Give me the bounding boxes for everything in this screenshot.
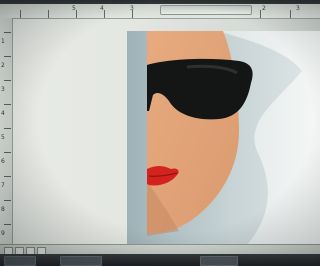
ruler-tick bbox=[104, 10, 105, 18]
taskbar-item[interactable] bbox=[4, 256, 36, 266]
ruler-number: 6 bbox=[1, 158, 5, 165]
application-window: 5 4 3 2 3 1 2 3 4 5 6 7 8 9 bbox=[0, 4, 320, 262]
ruler-tick bbox=[4, 104, 11, 105]
ruler-number: 2 bbox=[262, 5, 266, 12]
ruler-tick bbox=[260, 10, 261, 18]
ruler-number: 9 bbox=[1, 230, 5, 237]
ruler-number: 3 bbox=[296, 5, 300, 12]
ruler-number: 5 bbox=[1, 134, 5, 141]
ruler-tick bbox=[4, 200, 11, 201]
artwork-canvas[interactable] bbox=[127, 31, 320, 245]
ruler-tick bbox=[132, 10, 133, 18]
ruler-tick bbox=[4, 128, 11, 129]
artwork-illustration bbox=[127, 31, 320, 245]
ruler-tick bbox=[48, 10, 49, 18]
ruler-number: 3 bbox=[1, 86, 5, 93]
ruler-tick bbox=[20, 10, 21, 18]
ruler-tick bbox=[76, 10, 77, 18]
vertical-ruler[interactable]: 1 2 3 4 5 6 7 8 9 bbox=[0, 18, 13, 248]
ruler-tick bbox=[4, 152, 11, 153]
ruler-tick bbox=[4, 224, 11, 225]
taskbar-item[interactable] bbox=[200, 256, 238, 266]
ruler-number: 8 bbox=[1, 206, 5, 213]
ruler-tick bbox=[290, 10, 291, 18]
ruler-number: 1 bbox=[1, 38, 5, 45]
toolbar-strip[interactable] bbox=[160, 5, 252, 15]
ruler-number: 2 bbox=[1, 62, 5, 69]
taskbar bbox=[0, 254, 320, 266]
document-workspace[interactable] bbox=[13, 19, 320, 249]
ruler-number: 4 bbox=[1, 110, 5, 117]
ruler-number: 7 bbox=[1, 182, 5, 189]
ruler-tick bbox=[4, 56, 11, 57]
taskbar-item[interactable] bbox=[60, 256, 102, 266]
ruler-tick bbox=[4, 176, 11, 177]
horizontal-ruler[interactable]: 5 4 3 2 3 bbox=[0, 4, 320, 19]
ruler-tick bbox=[4, 32, 11, 33]
ruler-tick bbox=[4, 80, 11, 81]
